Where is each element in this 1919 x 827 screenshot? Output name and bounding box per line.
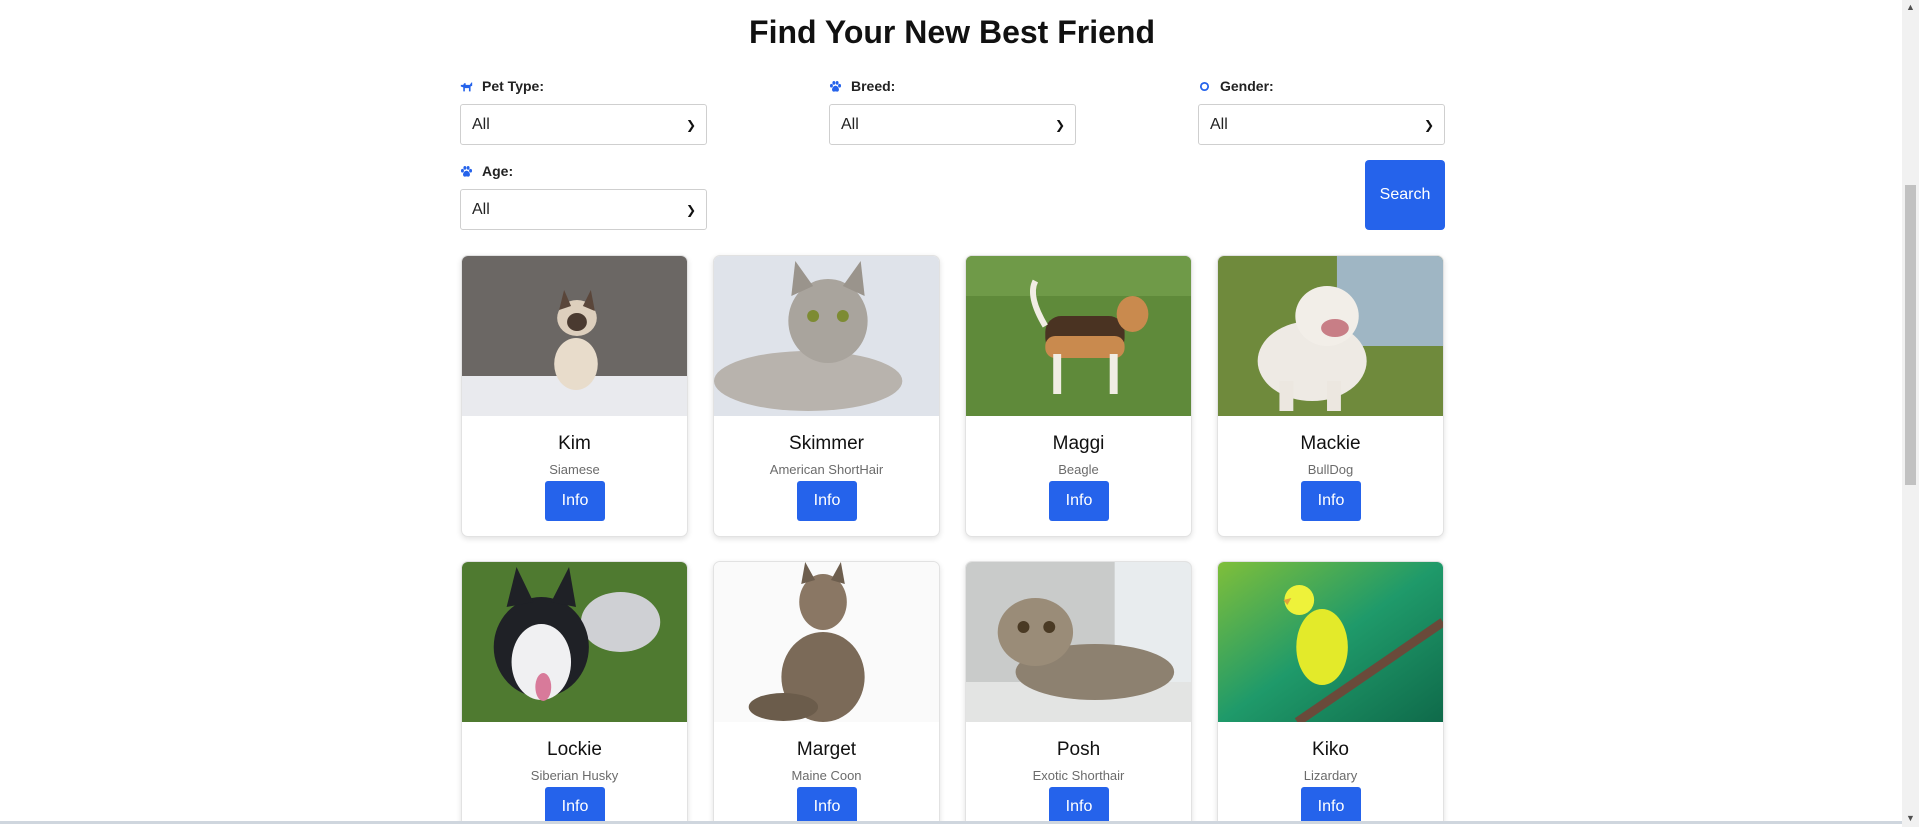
info-button[interactable]: Info [1049,787,1109,824]
paw-icon [460,165,473,177]
chevron-down-icon: ❯ [1054,117,1065,132]
filter-label: Pet Type: [482,78,544,94]
page-title: Find Your New Best Friend [749,14,1155,50]
pet-breed: BullDog [1307,462,1354,477]
info-button[interactable]: Info [797,481,857,521]
pet-breed: Maine Coon [791,768,862,783]
chevron-down-icon: ❯ [685,117,696,132]
pet-name: Marget [796,739,857,760]
search-button[interactable]: Search [1365,160,1445,230]
info-button[interactable]: Info [1049,481,1109,521]
pet-name: Kim [558,433,591,454]
pet-type-select[interactable]: All ❯ [460,104,707,145]
filter-age: Age: All ❯ [460,161,707,230]
gender-select[interactable]: All ❯ [1198,104,1445,145]
info-button[interactable]: Info [545,787,605,824]
pet-photo [714,562,939,722]
pet-photo [966,562,1191,722]
info-button[interactable]: Info [1301,787,1361,824]
chevron-down-icon: ❯ [685,202,696,217]
pet-breed: Exotic Shorthair [1032,768,1125,783]
pet-name: Mackie [1300,433,1361,454]
filter-pet-type: Pet Type: All ❯ [460,76,707,145]
filter-breed: Breed: All ❯ [829,76,1076,145]
pet-card: Kim Siamese Info [461,255,688,537]
pet-card: Marget Maine Coon Info [713,561,940,824]
pet-photo [462,562,687,722]
pet-name: Posh [1056,739,1101,760]
pet-breed: Siamese [549,462,600,477]
pet-photo [462,256,687,416]
pet-photo [966,256,1191,416]
pet-breed: Siberian Husky [530,768,619,783]
chevron-down-icon: ❯ [1423,117,1434,132]
pet-breed: Beagle [1058,462,1099,477]
filter-gender: Gender: All ❯ [1198,76,1445,145]
horizontal-scrollbar[interactable] [0,821,1902,824]
pet-name: Lockie [547,739,602,760]
breed-select[interactable]: All ❯ [829,104,1076,145]
pet-card: Skimmer American ShortHair Info [713,255,940,537]
pet-breed: American ShortHair [769,462,884,477]
gender-icon [1199,81,1210,91]
info-button[interactable]: Info [1301,481,1361,521]
pet-photo [714,256,939,416]
paw-icon [829,80,842,92]
pet-photo [1218,256,1443,416]
pet-card: Mackie BullDog Info [1217,255,1444,537]
age-select[interactable]: All ❯ [460,189,707,230]
pet-card: Maggi Beagle Info [965,255,1192,537]
filter-label: Age: [482,163,514,179]
pet-name: Kiko [1312,739,1349,760]
scrollbar-thumb[interactable] [1905,185,1916,485]
filter-label: Breed: [851,78,896,94]
vertical-scrollbar[interactable]: ▲ ▼ [1902,0,1919,827]
pet-photo [1218,562,1443,722]
pet-breed: Lizardary [1303,768,1358,783]
page: Find Your New Best Friend Pet Type: All … [0,0,1902,824]
pet-card: Kiko Lizardary Info [1217,561,1444,824]
info-button[interactable]: Info [545,481,605,521]
info-button[interactable]: Info [797,787,857,824]
pet-name: Skimmer [789,433,864,454]
dog-icon [460,81,473,91]
pet-card: Lockie Siberian Husky Info [461,561,688,824]
scroll-up-icon[interactable]: ▲ [1906,2,1915,12]
scroll-down-icon[interactable]: ▼ [1906,813,1915,823]
pet-card: Posh Exotic Shorthair Info [965,561,1192,824]
filter-label: Gender: [1220,78,1274,94]
pet-name: Maggi [1052,433,1105,454]
